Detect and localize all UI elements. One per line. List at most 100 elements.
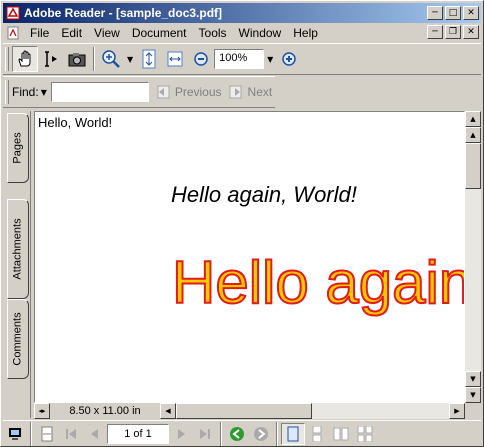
page-number-input[interactable]: 1 of 1 bbox=[107, 423, 169, 444]
resize-sidebar-handle[interactable]: ◂▸ bbox=[34, 403, 50, 419]
select-text-icon bbox=[45, 51, 57, 67]
split-window-button[interactable] bbox=[35, 423, 59, 445]
document-window-controls: ─ ❐ ✕ bbox=[427, 25, 481, 39]
continuous-facing-button[interactable] bbox=[353, 423, 377, 445]
facing-pages-icon bbox=[333, 427, 349, 440]
first-page-button[interactable] bbox=[59, 423, 83, 445]
single-page-button[interactable] bbox=[281, 422, 305, 445]
horizontal-scroll-track[interactable] bbox=[176, 403, 449, 419]
menu-help[interactable]: Help bbox=[287, 26, 324, 40]
menu-document[interactable]: Document bbox=[126, 26, 193, 40]
toggle-navigation-button[interactable] bbox=[3, 423, 27, 445]
facing-pages-button[interactable] bbox=[329, 423, 353, 445]
go-forward-icon bbox=[254, 426, 268, 441]
fit-width-icon bbox=[167, 51, 183, 67]
restore-icon: ❐ bbox=[448, 26, 458, 37]
find-next-icon bbox=[229, 85, 242, 99]
previous-page-button[interactable] bbox=[83, 423, 107, 445]
tab-attachments[interactable]: Attachments bbox=[7, 199, 29, 299]
zoom-in-button[interactable] bbox=[276, 46, 302, 72]
continuous-icon bbox=[312, 425, 322, 442]
find-previous-label: Previous bbox=[174, 85, 222, 99]
select-tool-button[interactable] bbox=[38, 46, 64, 72]
toolbar-grip[interactable] bbox=[5, 80, 9, 104]
doc-minimize-button[interactable]: ─ bbox=[427, 25, 443, 39]
status-separator bbox=[30, 421, 32, 446]
fit-width-button[interactable] bbox=[162, 46, 188, 72]
menu-tools[interactable]: Tools bbox=[193, 26, 233, 40]
zoom-level-dropdown-icon[interactable]: ▼ bbox=[267, 55, 273, 64]
maximize-button[interactable]: □ bbox=[445, 6, 461, 20]
menu-view[interactable]: View bbox=[88, 26, 126, 40]
snapshot-icon bbox=[68, 53, 86, 67]
document-icon[interactable] bbox=[5, 25, 21, 41]
close-icon: ✕ bbox=[467, 7, 475, 18]
menu-window[interactable]: Window bbox=[233, 26, 288, 40]
tab-attachments-label: Attachments bbox=[12, 218, 25, 280]
document-text-line-2: Hello again, World! bbox=[171, 182, 357, 207]
vertical-scrollbar[interactable]: ▲ ▲ ▼ ▼ bbox=[465, 111, 481, 403]
tab-pages[interactable]: Pages bbox=[7, 113, 29, 183]
vertical-scroll-thumb[interactable] bbox=[465, 143, 481, 189]
status-bar: 1 of 1 bbox=[3, 420, 481, 446]
zoom-tool-dropdown-icon[interactable]: ▼ bbox=[127, 55, 133, 64]
menu-file[interactable]: File bbox=[24, 26, 55, 40]
next-view-button[interactable] bbox=[249, 423, 273, 445]
scroll-page-down-button[interactable]: ▼ bbox=[465, 371, 481, 387]
maximize-icon: □ bbox=[448, 7, 458, 18]
status-separator bbox=[220, 421, 222, 446]
find-options-dropdown-icon[interactable]: ▼ bbox=[41, 88, 47, 97]
adobe-reader-icon bbox=[5, 5, 21, 21]
arrow-left-icon: ◀ bbox=[165, 407, 171, 415]
main-toolbar: ▼ 100% ▼ bbox=[3, 43, 481, 75]
doc-restore-button[interactable]: ❐ bbox=[445, 25, 461, 39]
snapshot-tool-button[interactable] bbox=[64, 46, 90, 72]
continuous-page-button[interactable] bbox=[305, 423, 329, 445]
arrow-right-icon: ▶ bbox=[454, 407, 460, 415]
find-input[interactable] bbox=[50, 82, 149, 102]
scroll-down-button[interactable]: ▼ bbox=[465, 387, 481, 403]
find-label[interactable]: Find: bbox=[12, 85, 39, 99]
previous-view-button[interactable] bbox=[225, 423, 249, 445]
zoom-tool-button[interactable] bbox=[98, 46, 124, 72]
find-previous-button[interactable]: Previous bbox=[155, 85, 222, 99]
doc-close-button[interactable]: ✕ bbox=[463, 25, 479, 39]
zoom-level-input[interactable]: 100% bbox=[214, 49, 265, 69]
actual-size-icon bbox=[142, 49, 156, 69]
previous-page-icon bbox=[91, 428, 98, 439]
zoom-in-tool-icon bbox=[102, 50, 120, 68]
next-page-button[interactable] bbox=[169, 423, 193, 445]
close-button[interactable]: ✕ bbox=[463, 6, 479, 20]
first-page-icon bbox=[66, 428, 76, 439]
tab-pages-label: Pages bbox=[12, 132, 25, 164]
zoom-out-button[interactable] bbox=[188, 46, 214, 72]
document-text-line-3: Hello again bbox=[171, 248, 465, 317]
actual-size-button[interactable] bbox=[136, 46, 162, 72]
horizontal-scrollbar-area: ◂▸ 8.50 x 11.00 in ◀ ▶ bbox=[34, 403, 465, 419]
scroll-up-button[interactable]: ▲ bbox=[465, 111, 481, 127]
scroll-left-button[interactable]: ◀ bbox=[160, 403, 176, 419]
single-page-icon bbox=[287, 426, 299, 441]
title-bar[interactable]: Adobe Reader - [sample_doc3.pdf] ─ □ ✕ bbox=[3, 3, 481, 23]
scroll-page-up-button[interactable]: ▲ bbox=[465, 127, 481, 143]
tab-comments[interactable]: Comments bbox=[7, 299, 29, 379]
scrollbar-corner bbox=[465, 403, 481, 419]
horizontal-scroll-thumb[interactable] bbox=[176, 403, 312, 419]
arrow-down-icon: ▼ bbox=[470, 375, 476, 383]
minimize-button[interactable]: ─ bbox=[427, 6, 443, 20]
toolbar-grip[interactable] bbox=[5, 47, 9, 71]
arrow-up-icon: ▲ bbox=[470, 115, 476, 123]
go-back-icon bbox=[230, 426, 244, 441]
minimize-icon: ─ bbox=[432, 7, 438, 18]
find-next-label: Next bbox=[247, 85, 273, 99]
hand-tool-button[interactable] bbox=[12, 46, 38, 72]
window-title: Adobe Reader - [sample_doc3.pdf] bbox=[24, 6, 223, 20]
split-arrows-icon: ◂▸ bbox=[38, 407, 46, 415]
zoom-in-icon bbox=[282, 52, 297, 66]
find-next-button[interactable]: Next bbox=[228, 85, 273, 99]
document-view[interactable]: Hello, World! Hello again, World! Hello … bbox=[34, 111, 465, 403]
application-window: Adobe Reader - [sample_doc3.pdf] ─ □ ✕ F… bbox=[0, 0, 484, 447]
scroll-right-button[interactable]: ▶ bbox=[449, 403, 465, 419]
last-page-button[interactable] bbox=[193, 423, 217, 445]
menu-edit[interactable]: Edit bbox=[55, 26, 88, 40]
